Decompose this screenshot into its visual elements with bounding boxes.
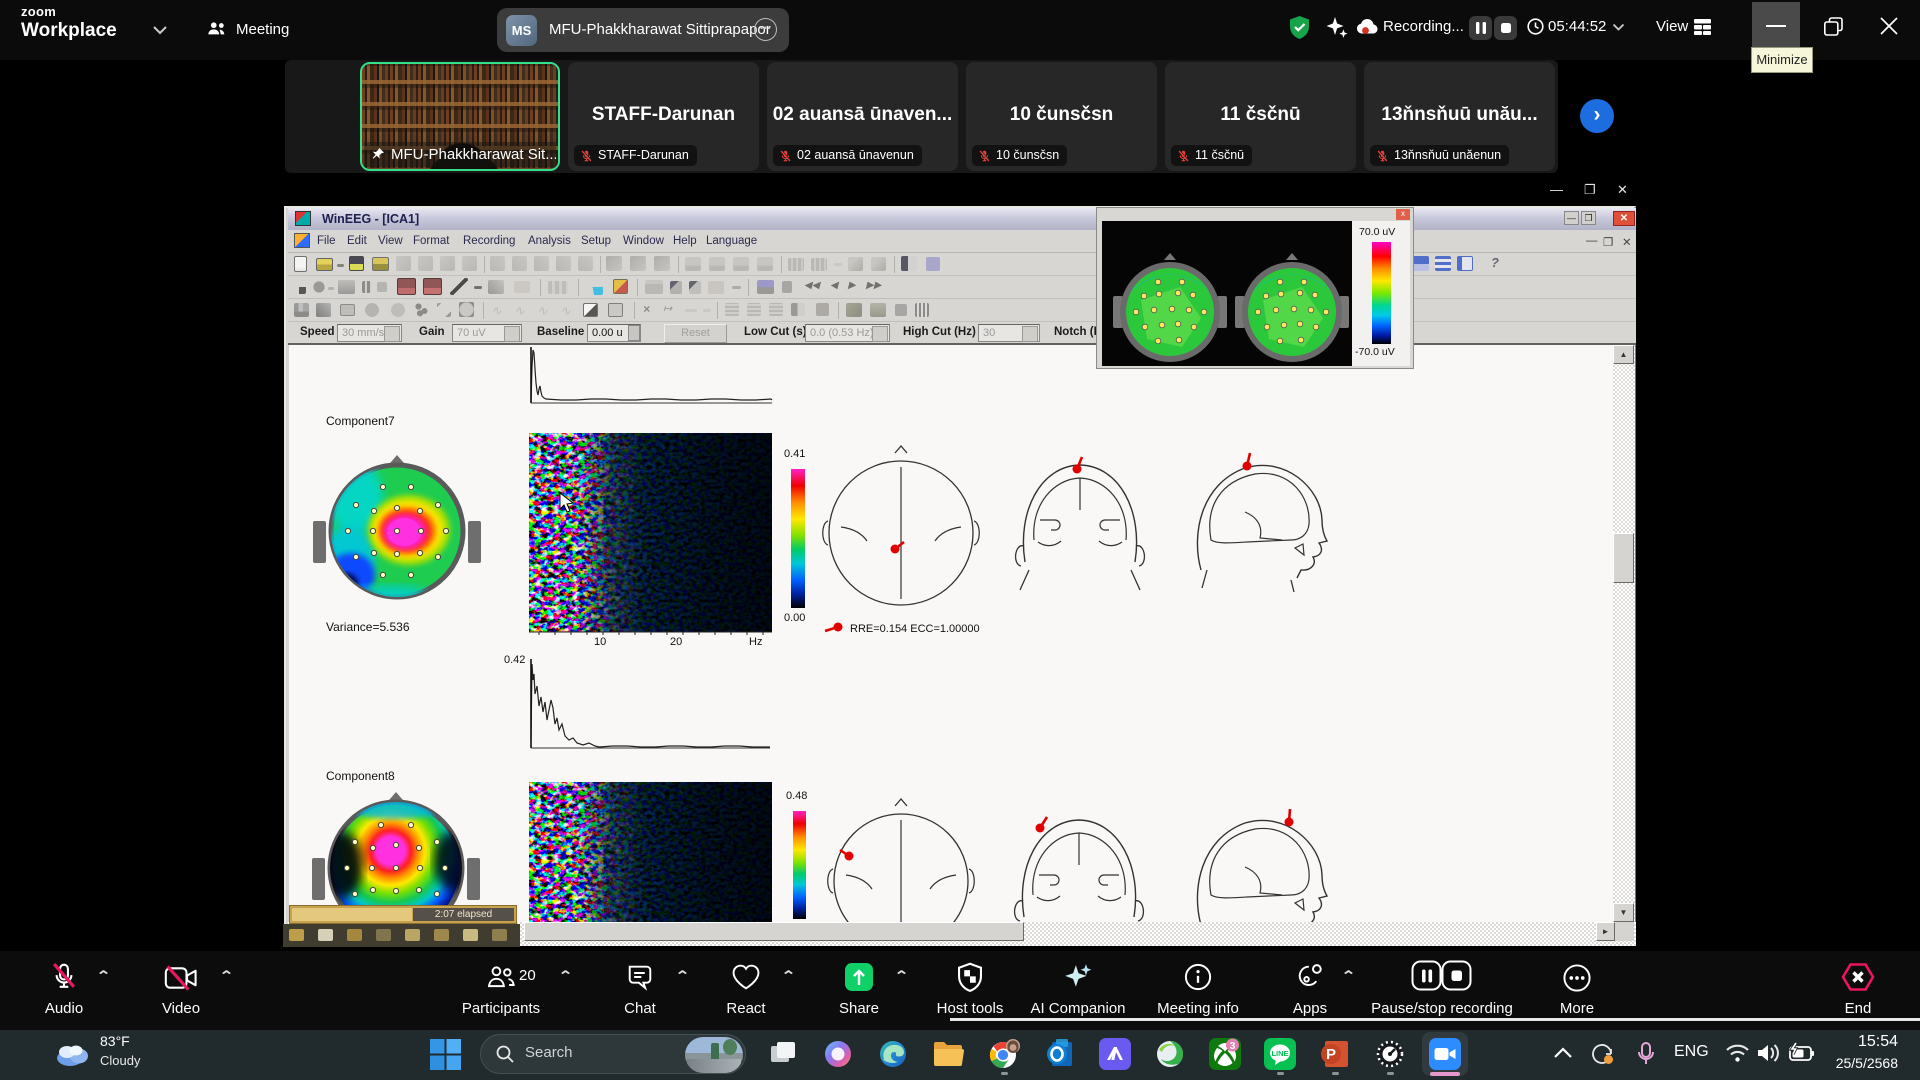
svg-text:Component7: Component7 <box>326 414 395 428</box>
svg-text:10: 10 <box>594 636 606 648</box>
svg-text:0.00: 0.00 <box>784 612 805 624</box>
svg-text:Variance=5.536: Variance=5.536 <box>326 620 410 634</box>
svg-text:3: 3 <box>1230 1040 1236 1052</box>
svg-text:RRE=0.154 ECC=1.00000: RRE=0.154 ECC=1.00000 <box>850 623 980 635</box>
svg-text:20: 20 <box>670 636 682 648</box>
svg-text:0.42: 0.42 <box>504 654 525 666</box>
svg-text:0.48: 0.48 <box>786 790 807 802</box>
svg-text:LINE: LINE <box>1271 1049 1288 1058</box>
svg-text:P: P <box>1326 1046 1336 1063</box>
svg-text:0.41: 0.41 <box>784 448 805 460</box>
svg-text:Hz: Hz <box>749 636 762 648</box>
svg-text:Component8: Component8 <box>326 769 395 783</box>
